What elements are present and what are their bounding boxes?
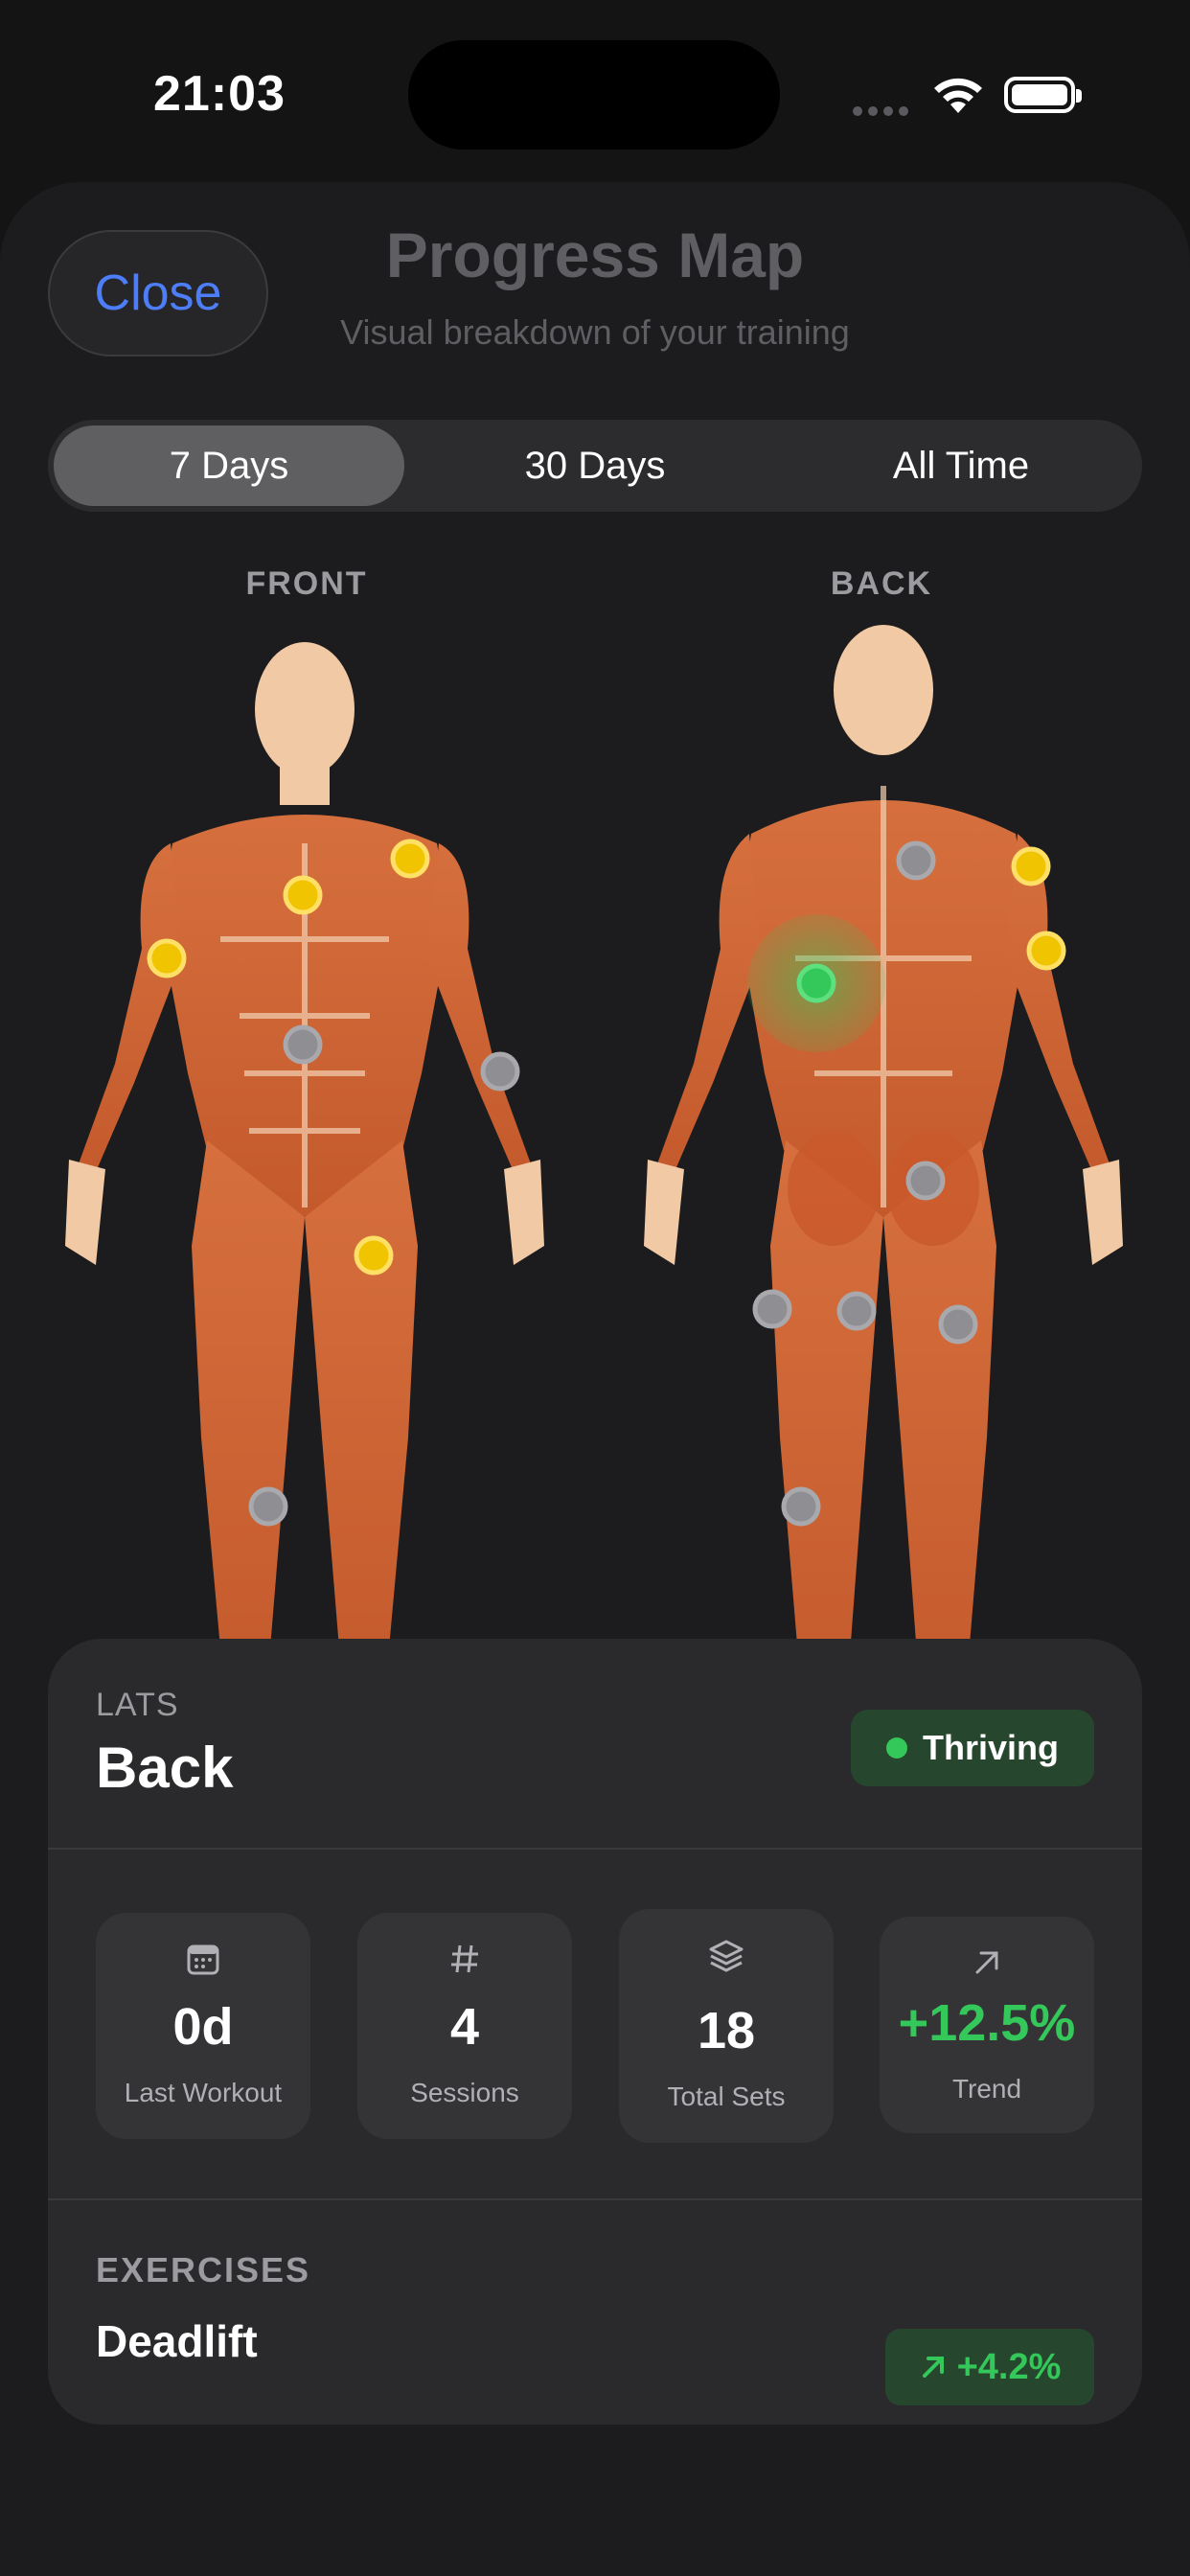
stat-trend: +12.5% Trend (880, 1917, 1094, 2133)
exercises-section-label: EXERCISES (96, 2250, 311, 2289)
marker-hamstrings-inner[interactable] (836, 1291, 877, 1331)
stat-value: 4 (449, 1998, 480, 2056)
arrow-up-right-icon (922, 2357, 944, 2378)
exercise-trend-badge: +4.2% (885, 2329, 1094, 2405)
exercise-trend-value: +4.2% (956, 2346, 1062, 2387)
status-badge-label: Thriving (923, 1728, 1059, 1767)
marker-quads[interactable] (354, 1235, 394, 1276)
back-body-figure (644, 625, 1123, 1758)
muscle-category: LATS (96, 1687, 179, 1723)
marker-front-deltoid-right[interactable] (390, 839, 430, 879)
front-body-figure (65, 642, 544, 1730)
marker-chest[interactable] (283, 875, 323, 915)
marker-glutes[interactable] (905, 1161, 946, 1201)
status-badge: Thriving (851, 1710, 1094, 1786)
stat-sessions: 4 Sessions (357, 1913, 572, 2139)
calendar-icon (187, 1944, 219, 1975)
marker-abs[interactable] (283, 1024, 323, 1065)
stat-last-workout: 0d Last Workout (96, 1913, 310, 2139)
marker-lats[interactable] (796, 963, 836, 1003)
stat-value: +12.5% (898, 1994, 1076, 2052)
marker-biceps[interactable] (147, 938, 187, 978)
hash-icon (451, 1944, 478, 1973)
marker-hamstrings-left[interactable] (752, 1289, 792, 1329)
stat-value: 18 (697, 2002, 756, 2059)
marker-hamstrings-right[interactable] (938, 1304, 978, 1345)
stat-label: Sessions (410, 2078, 519, 2107)
divider (48, 2198, 1142, 2200)
marker-triceps[interactable] (1026, 931, 1066, 971)
stat-label: Trend (951, 2074, 1022, 2104)
layers-icon (709, 1940, 744, 1972)
divider (48, 1848, 1142, 1850)
marker-forearm[interactable] (480, 1051, 520, 1092)
stat-value: 0d (172, 1998, 234, 2056)
marker-rear-deltoid[interactable] (1011, 846, 1051, 886)
status-dot-icon (886, 1737, 907, 1759)
stat-label: Last Workout (124, 2078, 283, 2107)
marker-traps[interactable] (896, 840, 936, 881)
stat-total-sets: 18 Total Sets (619, 1909, 834, 2143)
exercise-name[interactable]: Deadlift (96, 2315, 258, 2367)
muscle-detail-card: LATS Back Thriving 0d Last Workout 4 Ses… (48, 1639, 1142, 2425)
body-map (65, 625, 1123, 1758)
marker-calves-back[interactable] (781, 1486, 821, 1527)
stat-label: Total Sets (667, 2082, 786, 2111)
marker-calves-front[interactable] (248, 1486, 288, 1527)
muscle-group-title: Back (96, 1736, 234, 1800)
arrow-up-right-icon (975, 1951, 998, 1974)
